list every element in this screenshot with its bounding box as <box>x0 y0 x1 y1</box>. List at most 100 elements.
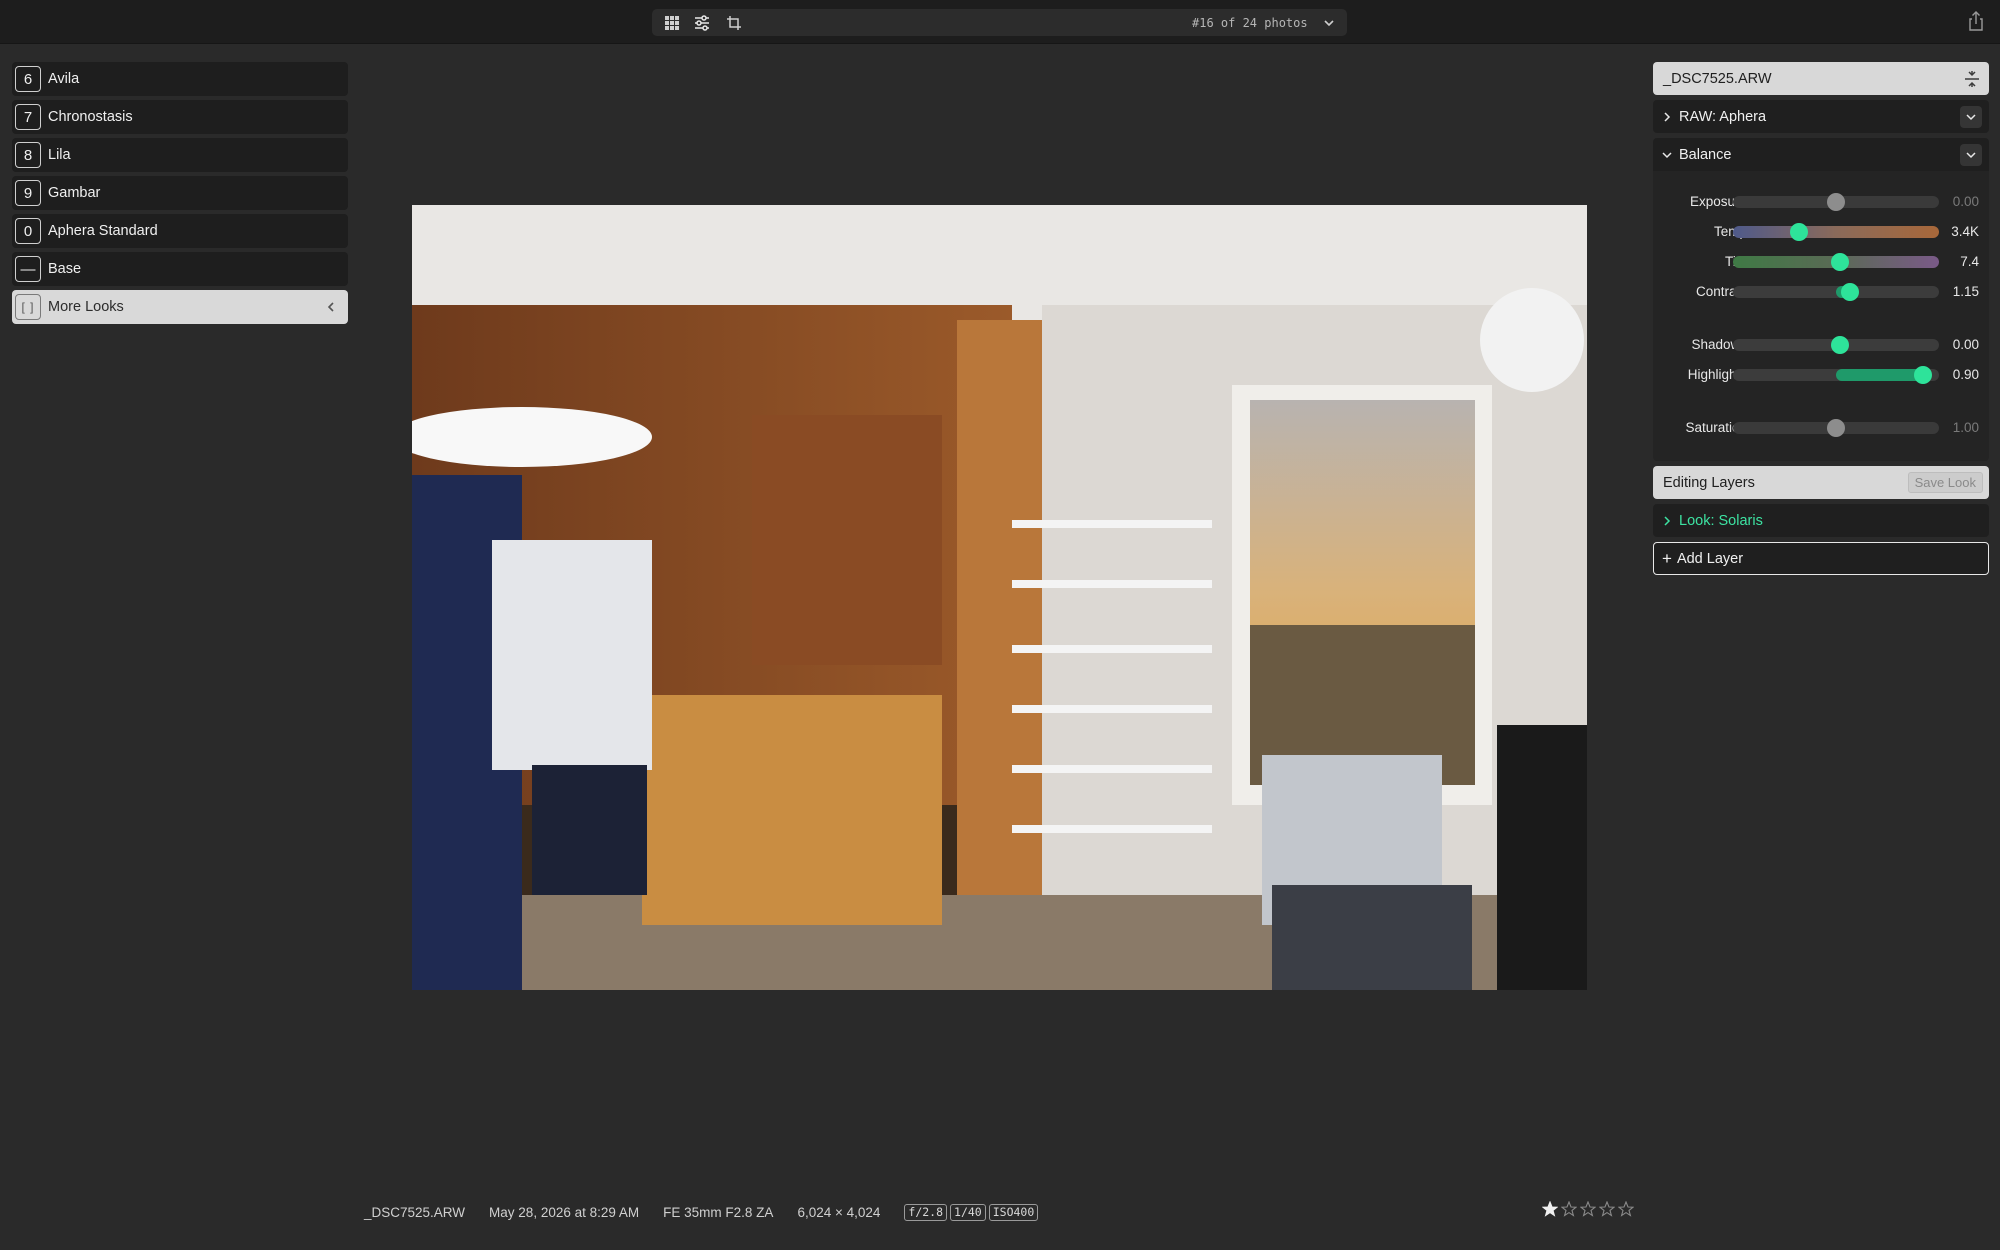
editing-layers-header: Editing Layers Save Look <box>1653 466 1989 499</box>
slider-value[interactable]: 1.00 <box>1953 420 1979 435</box>
layer-name: Look: Solaris <box>1679 512 1763 529</box>
chevron-down-icon <box>1966 114 1976 121</box>
look-item-chronostasis[interactable]: 7 Chronostasis <box>12 100 348 134</box>
look-shortcut-key: 8 <box>15 142 41 168</box>
grid-icon[interactable] <box>662 13 682 33</box>
file-header[interactable]: _DSC7525.ARW <box>1653 62 1989 95</box>
look-item-avila[interactable]: 6 Avila <box>12 62 348 96</box>
slider-value[interactable]: 0.00 <box>1953 337 1979 352</box>
add-layer-button[interactable]: + Add Layer <box>1653 542 1989 575</box>
look-item-lila[interactable]: 8 Lila <box>12 138 348 172</box>
star-empty-icon[interactable] <box>1580 1201 1596 1217</box>
slider-knob[interactable] <box>1831 253 1850 271</box>
slider-track[interactable] <box>1733 253 1939 271</box>
shadows-slider[interactable]: Shadows 0.00 <box>1653 334 1989 356</box>
look-name: More Looks <box>48 299 124 315</box>
look-name: Chronostasis <box>48 109 133 125</box>
share-icon[interactable] <box>1965 10 1987 32</box>
view-toolstrip: #16 of 24 photos <box>652 9 1347 36</box>
slider-fill <box>1836 369 1923 381</box>
slider-value[interactable]: 3.4K <box>1951 224 1979 239</box>
look-shortcut-key: 9 <box>15 180 41 206</box>
chevron-right-icon <box>1664 111 1671 122</box>
saturation-slider[interactable]: Saturation 1.00 <box>1653 417 1989 439</box>
slider-track[interactable] <box>1733 419 1939 437</box>
section-menu-button[interactable] <box>1960 106 1982 128</box>
slider-value[interactable]: 0.00 <box>1953 194 1979 209</box>
chevron-down-icon <box>1662 151 1672 158</box>
look-name: Aphera Standard <box>48 223 158 239</box>
slider-knob[interactable] <box>1841 283 1860 301</box>
exif-badges: f/2.8 1/40 ISO400 <box>904 1203 1039 1221</box>
layer-item[interactable]: Look: Solaris <box>1653 504 1989 537</box>
look-name: Gambar <box>48 185 101 201</box>
slider-track[interactable] <box>1733 336 1939 354</box>
photo-image <box>412 205 1587 990</box>
slider-knob[interactable] <box>1831 336 1850 354</box>
section-title: Balance <box>1679 146 1732 163</box>
info-file-name: _DSC7525.ARW <box>364 1204 466 1220</box>
looks-list: 6 Avila 7 Chronostasis 8 Lila 9 Gambar 0… <box>12 62 348 328</box>
slider-knob[interactable] <box>1827 419 1845 437</box>
top-toolbar: #16 of 24 photos <box>0 0 2000 44</box>
star-empty-icon[interactable] <box>1561 1201 1577 1217</box>
photo-preview[interactable] <box>412 205 1587 990</box>
slider-knob[interactable] <box>1913 366 1932 384</box>
highlights-slider[interactable]: Highlights 0.90 <box>1653 364 1989 386</box>
look-name: Base <box>48 261 82 277</box>
look-name: Lila <box>48 147 71 163</box>
sliders-icon[interactable] <box>692 13 712 33</box>
section-balance[interactable]: Balance <box>1653 138 1989 171</box>
star-empty-icon[interactable] <box>1599 1201 1615 1217</box>
info-dimensions: 6,024 × 4,024 <box>797 1204 881 1220</box>
editing-layers-title: Editing Layers <box>1663 474 1755 491</box>
look-shortcut-key: [ ] <box>15 294 41 320</box>
look-shortcut-key: 6 <box>15 66 41 92</box>
slider-track[interactable] <box>1733 193 1939 211</box>
adjustments-panel: _DSC7525.ARW RAW: Aphera Balance Exposur… <box>1653 62 1989 575</box>
look-shortcut-key: — <box>15 256 41 282</box>
slider-value[interactable]: 0.90 <box>1953 367 1979 382</box>
slider-track[interactable] <box>1733 223 1939 241</box>
more-looks-button[interactable]: [ ] More Looks <box>12 290 348 324</box>
chevron-left-icon <box>327 302 334 312</box>
info-lens: FE 35mm F2.8 ZA <box>663 1204 774 1220</box>
star-filled-icon[interactable] <box>1542 1201 1558 1217</box>
chevron-down-icon[interactable] <box>1322 16 1336 30</box>
exposure-slider[interactable]: Exposure 0.00 <box>1653 191 1989 213</box>
photo-counter[interactable]: #16 of 24 photos <box>1192 16 1308 30</box>
look-item-base[interactable]: — Base <box>12 252 348 286</box>
slider-value[interactable]: 7.4 <box>1960 254 1979 269</box>
slider-knob[interactable] <box>1827 193 1845 211</box>
photo-info-bar: _DSC7525.ARW May 28, 2026 at 8:29 AM FE … <box>364 1202 1039 1222</box>
slider-knob[interactable] <box>1789 223 1808 241</box>
chevron-right-icon <box>1664 515 1671 526</box>
balance-sliders: Exposure 0.00 Temp 3.4K Tint 7.4 Contras… <box>1653 171 1989 461</box>
section-raw[interactable]: RAW: Aphera <box>1653 100 1989 133</box>
plus-icon: + <box>1662 549 1672 568</box>
collapse-icon[interactable] <box>1963 70 1981 88</box>
star-rating[interactable] <box>1542 1201 1634 1217</box>
info-date: May 28, 2026 at 8:29 AM <box>489 1204 640 1220</box>
tint-slider[interactable]: Tint 7.4 <box>1653 251 1989 273</box>
iso-badge: ISO400 <box>988 1203 1039 1221</box>
contrast-slider[interactable]: Contrast 1.15 <box>1653 281 1989 303</box>
crop-icon[interactable] <box>724 13 744 33</box>
look-item-gambar[interactable]: 9 Gambar <box>12 176 348 210</box>
star-empty-icon[interactable] <box>1618 1201 1634 1217</box>
shutter-badge: 1/40 <box>950 1203 986 1221</box>
slider-value[interactable]: 1.15 <box>1953 284 1979 299</box>
look-shortcut-key: 7 <box>15 104 41 130</box>
temp-slider[interactable]: Temp 3.4K <box>1653 221 1989 243</box>
chevron-down-icon <box>1966 152 1976 159</box>
save-look-button[interactable]: Save Look <box>1907 472 1983 493</box>
look-item-aphera-standard[interactable]: 0 Aphera Standard <box>12 214 348 248</box>
section-menu-button[interactable] <box>1960 144 1982 166</box>
look-shortcut-key: 0 <box>15 218 41 244</box>
section-title: RAW: Aphera <box>1679 108 1767 125</box>
aperture-badge: f/2.8 <box>904 1203 948 1221</box>
file-name: _DSC7525.ARW <box>1663 70 1772 87</box>
look-name: Avila <box>48 71 80 87</box>
slider-track[interactable] <box>1733 283 1939 301</box>
slider-track[interactable] <box>1733 366 1939 384</box>
